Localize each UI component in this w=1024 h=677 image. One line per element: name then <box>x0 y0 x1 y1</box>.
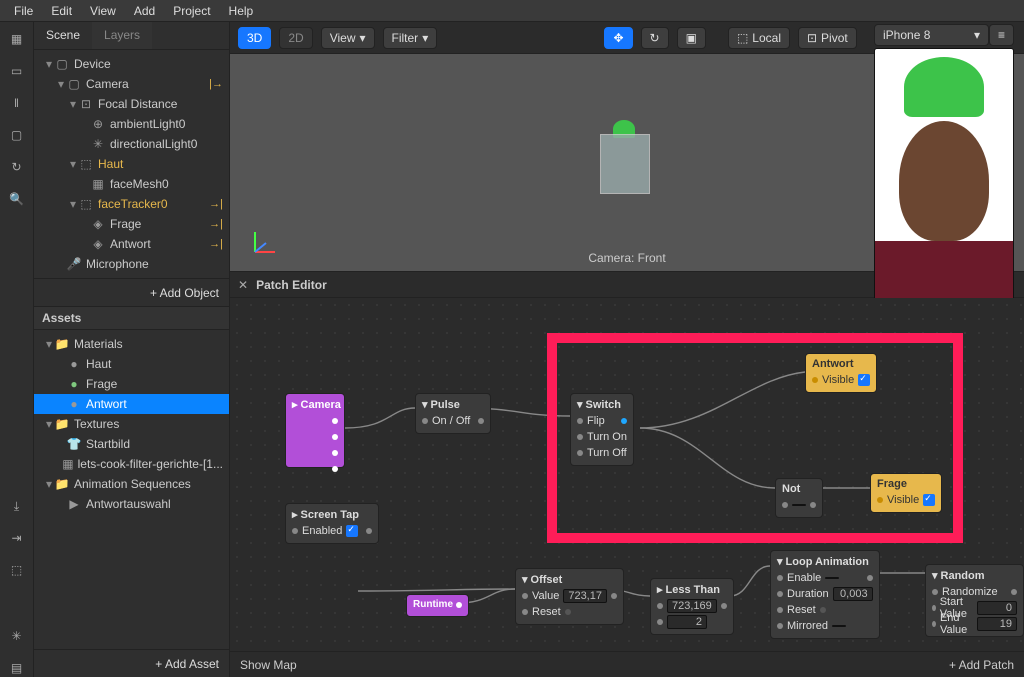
asset-row[interactable]: ●Frage <box>34 374 229 394</box>
grid-icon[interactable]: ▤ <box>8 659 26 677</box>
asset-row[interactable]: ▾📁Textures <box>34 414 229 434</box>
asset-row[interactable]: ▾📁Animation Sequences <box>34 474 229 494</box>
patch-editor[interactable]: ▸ Camera ▾ Pulse On / Off ▾ Switch Flip … <box>230 298 1024 651</box>
add-asset-button[interactable]: + Add Asset <box>34 649 229 677</box>
scene-row[interactable]: ▾▢Camera|→ <box>34 74 229 94</box>
layout-icon[interactable]: ▦ <box>8 30 26 48</box>
node-runtime[interactable]: Runtime <box>406 594 469 617</box>
scene-row[interactable]: ◈Antwort→| <box>34 234 229 254</box>
upload-icon[interactable]: ⇥ <box>8 529 26 547</box>
scene-tree[interactable]: ▾▢Device▾▢Camera|→▾⊡Focal Distance⊕ambie… <box>34 50 229 278</box>
spark-icon[interactable]: ✳ <box>8 627 26 645</box>
asset-row[interactable]: ●Antwort <box>34 394 229 414</box>
device-dropdown[interactable]: iPhone 8▾ <box>874 24 989 46</box>
chevron-down-icon: ▾ <box>359 31 365 45</box>
camera-icon[interactable]: ▭ <box>8 62 26 80</box>
scene-row[interactable]: ▾▢Device <box>34 54 229 74</box>
chef-hat-graphic <box>904 57 984 117</box>
scene-row[interactable]: 🎤Microphone <box>34 254 229 274</box>
preview-face <box>899 121 989 241</box>
node-offset[interactable]: ▾ Offset Value 723,17 Reset <box>515 568 624 625</box>
scene-row[interactable]: ✳directionalLight0 <box>34 134 229 154</box>
patch-editor-title: Patch Editor <box>256 278 327 292</box>
pivot-button[interactable]: ⊡ Pivot <box>798 27 857 49</box>
node-loop-animation[interactable]: ▾ Loop Animation Enable Duration 0,003 R… <box>770 550 880 639</box>
refresh-icon[interactable]: ↻ <box>8 158 26 176</box>
visible-checkbox[interactable] <box>858 374 870 386</box>
send-icon[interactable]: ⬚ <box>8 561 26 579</box>
menu-help[interactable]: Help <box>221 2 262 20</box>
asset-row[interactable]: ▦lets-cook-filter-gerichte-[1... <box>34 454 229 474</box>
device-menu[interactable]: ≡ <box>989 24 1014 46</box>
device-preview <box>874 48 1014 312</box>
orbit-tool[interactable]: ↻ <box>641 27 669 49</box>
chevron-down-icon: ▾ <box>974 28 980 42</box>
menu-file[interactable]: File <box>6 2 41 20</box>
search-icon[interactable]: 🔍 <box>8 190 26 208</box>
patch-footer: Show Map + Add Patch <box>230 651 1024 677</box>
assets-header: Assets <box>34 306 229 330</box>
tab-scene[interactable]: Scene <box>34 22 92 49</box>
node-pulse[interactable]: ▾ Pulse On / Off <box>415 393 491 434</box>
node-less-than[interactable]: ▸ Less Than 723,169 2 <box>650 578 734 635</box>
node-camera[interactable]: ▸ Camera <box>285 393 345 468</box>
menu-view[interactable]: View <box>82 2 124 20</box>
menu-bar: File Edit View Add Project Help <box>0 0 1024 22</box>
node-screen-tap[interactable]: ▸ Screen Tap Enabled <box>285 503 379 544</box>
scene-row[interactable]: ▾⊡Focal Distance <box>34 94 229 114</box>
scene-row[interactable]: ⊕ambientLight0 <box>34 114 229 134</box>
camera-label: Camera: Front <box>588 251 665 265</box>
tool-rail: ▦ ▭ ‖ ▢ ↻ 🔍 ⤓ ⇥ ⬚ ✳ ▤ <box>0 22 34 677</box>
scene-row[interactable]: ◈Frage→| <box>34 214 229 234</box>
asset-row[interactable]: ▾📁Materials <box>34 334 229 354</box>
pause-icon[interactable]: ‖ <box>8 94 26 112</box>
node-not[interactable]: Not <box>775 478 823 518</box>
view-dropdown[interactable]: View ▾ <box>321 27 375 49</box>
node-switch[interactable]: ▾ Switch Flip Turn On Turn Off <box>570 393 634 466</box>
enabled-checkbox[interactable] <box>346 525 358 537</box>
move-tool[interactable]: ✥ <box>604 27 632 49</box>
asset-tree[interactable]: ▾📁Materials●Haut●Frage●Antwort▾📁Textures… <box>34 330 229 649</box>
filter-dropdown[interactable]: Filter ▾ <box>383 27 438 49</box>
frame-tool[interactable]: ▣ <box>677 27 706 49</box>
menu-add[interactable]: Add <box>126 2 163 20</box>
show-map-button[interactable]: Show Map <box>240 658 297 672</box>
visible-checkbox[interactable] <box>923 494 935 506</box>
chevron-down-icon: ▾ <box>422 31 428 45</box>
asset-row[interactable]: ●Haut <box>34 354 229 374</box>
square-icon[interactable]: ▢ <box>8 126 26 144</box>
3d-button[interactable]: 3D <box>238 27 271 49</box>
menu-project[interactable]: Project <box>165 2 218 20</box>
local-button[interactable]: ⬚ Local <box>728 27 790 49</box>
add-object-button[interactable]: + Add Object <box>34 278 229 306</box>
center-area: 3D 2D View ▾ Filter ▾ ✥ ↻ ▣ ⬚ Local ⊡ Pi… <box>230 22 1024 677</box>
left-panel: Scene Layers ▾▢Device▾▢Camera|→▾⊡Focal D… <box>34 22 230 677</box>
asset-row[interactable]: 👕Startbild <box>34 434 229 454</box>
add-patch-button[interactable]: + Add Patch <box>949 658 1014 672</box>
node-frage[interactable]: Frage Visible <box>870 473 942 513</box>
menu-edit[interactable]: Edit <box>43 2 80 20</box>
face-plane <box>600 134 650 194</box>
asset-row[interactable]: ▶Antwortauswahl <box>34 494 229 514</box>
node-antwort[interactable]: Antwort Visible <box>805 353 877 393</box>
tab-layers[interactable]: Layers <box>92 22 152 49</box>
export-icon[interactable]: ⤓ <box>8 497 26 515</box>
node-random[interactable]: ▾ Random Randomize Start Value 0 End Val… <box>925 564 1024 637</box>
2d-button[interactable]: 2D <box>279 27 312 49</box>
close-patch-icon[interactable]: ✕ <box>238 278 248 292</box>
scene-row[interactable]: ▦faceMesh0 <box>34 174 229 194</box>
scene-row[interactable]: ▾⬚Haut <box>34 154 229 174</box>
axis-gizmo <box>250 227 280 257</box>
scene-row[interactable]: ▾⬚faceTracker0→| <box>34 194 229 214</box>
